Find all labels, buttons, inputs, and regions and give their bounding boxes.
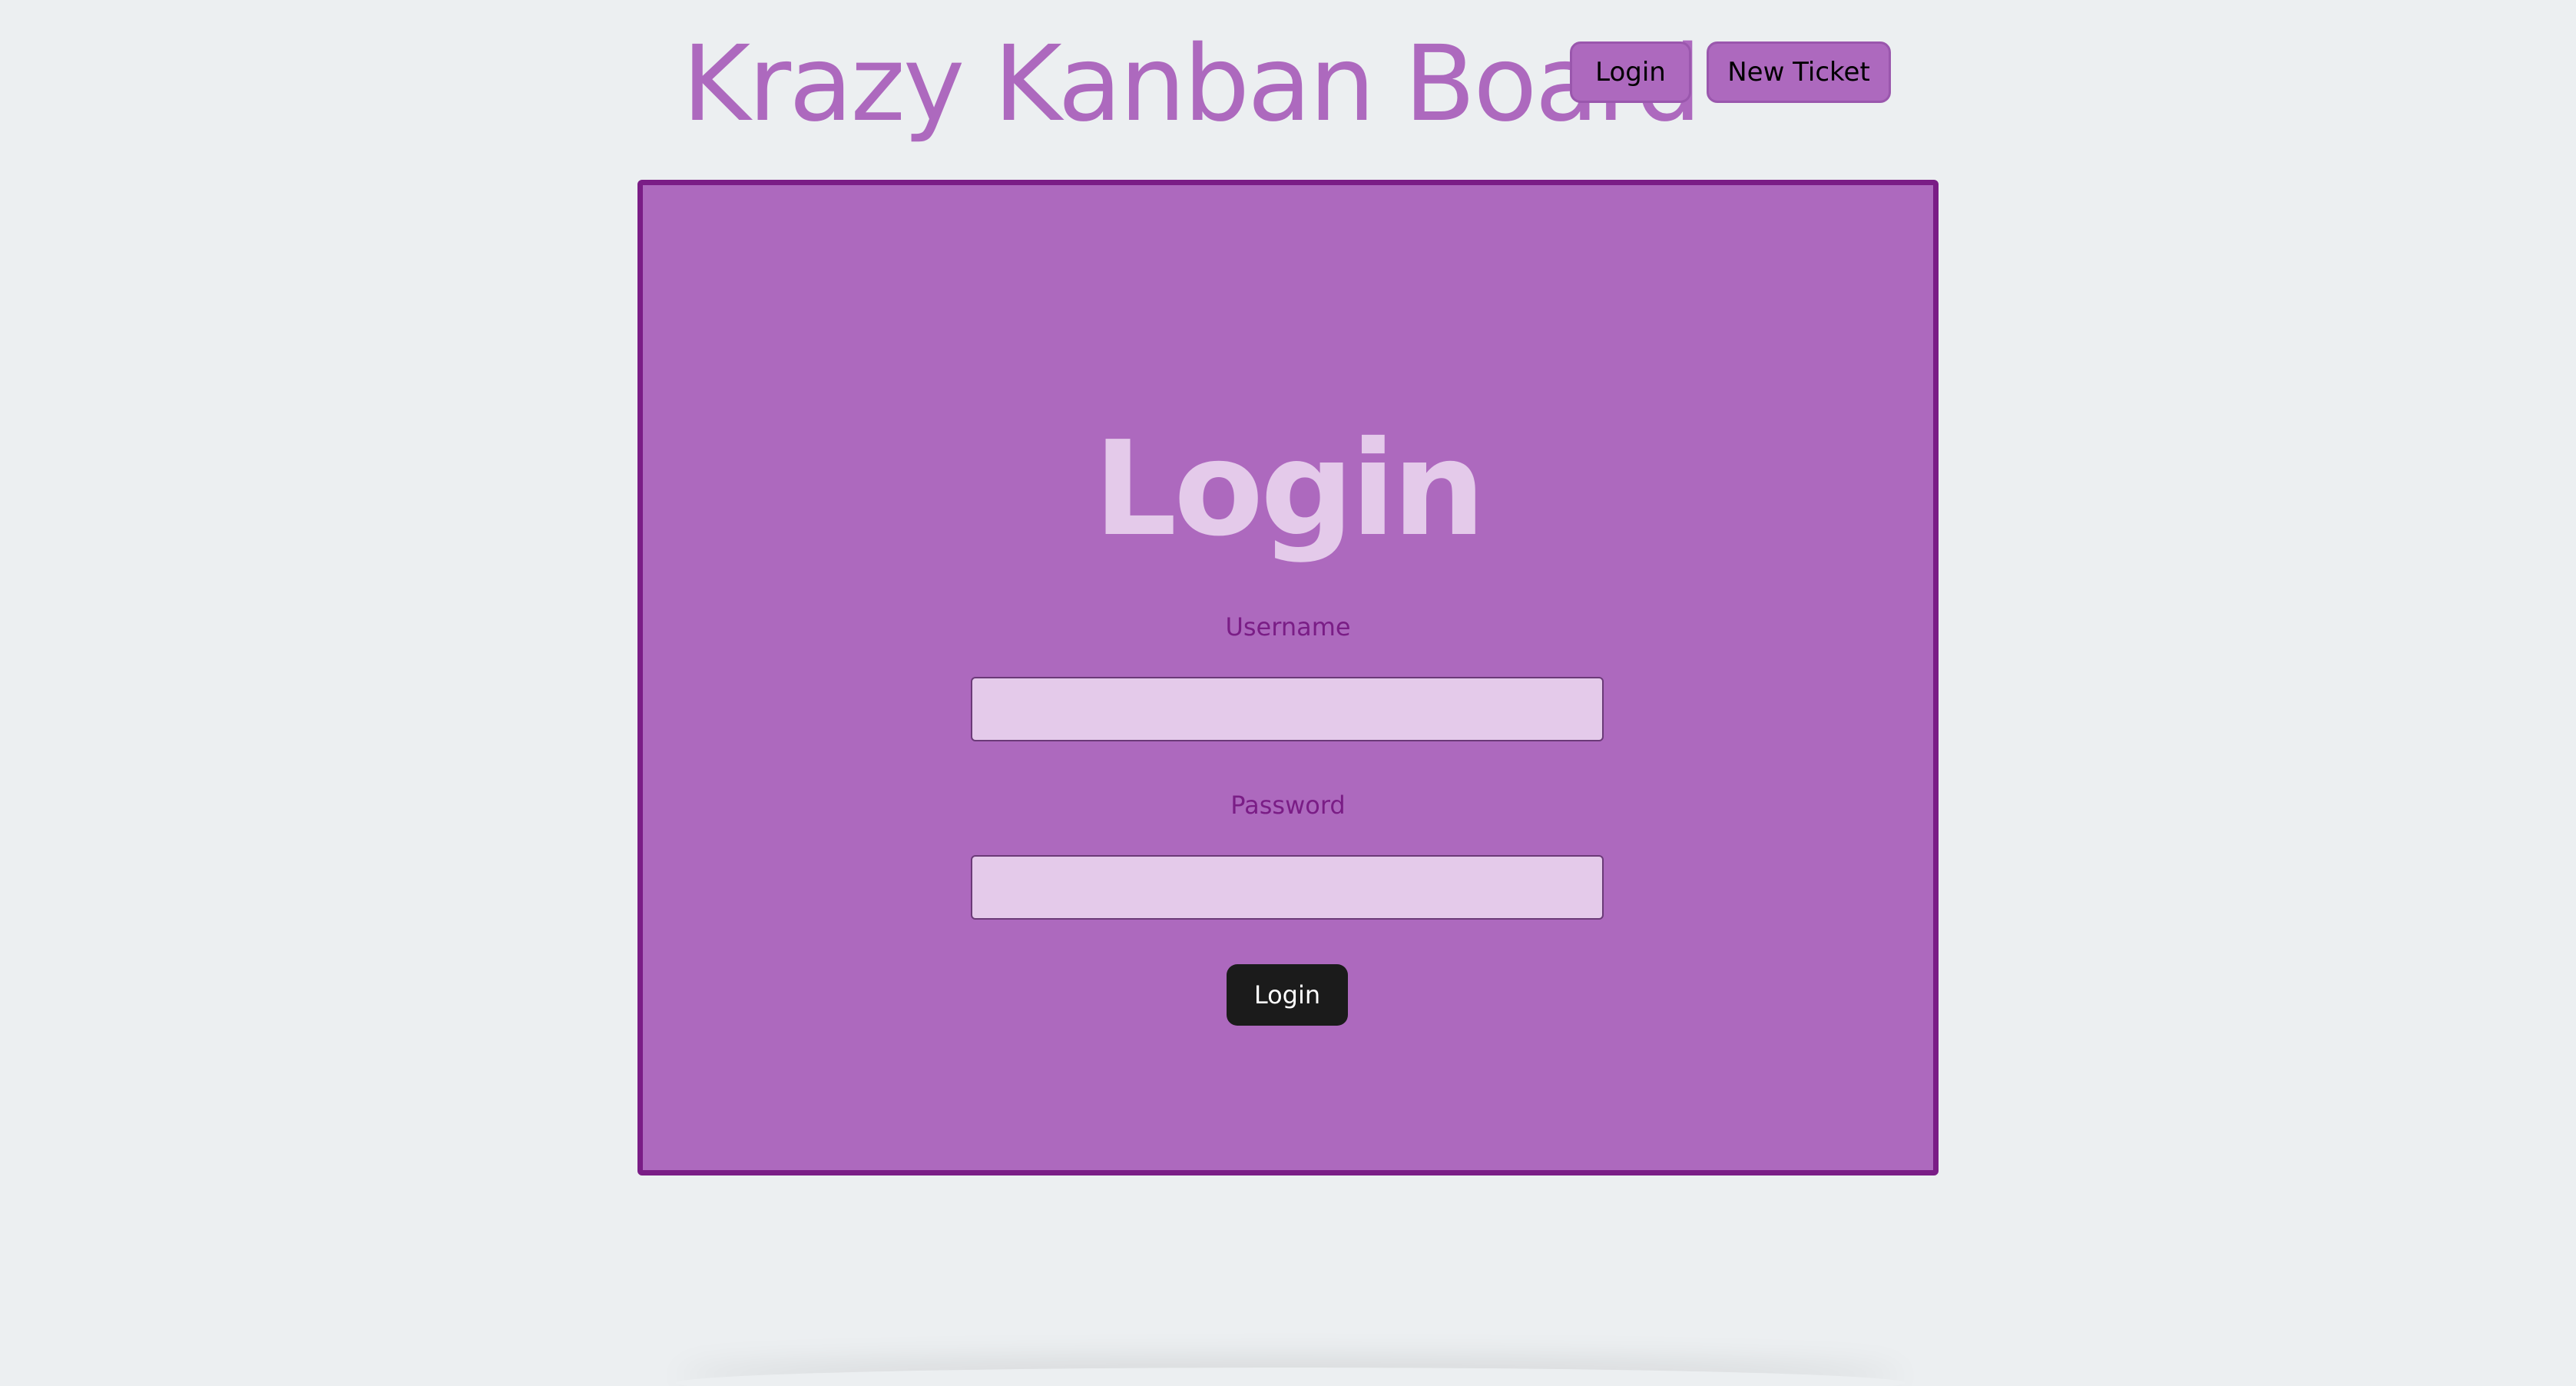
page: Krazy Kanban Board Login New Ticket Logi… xyxy=(0,0,2576,1386)
new-ticket-button[interactable]: New Ticket xyxy=(1707,41,1891,103)
nav-login-button[interactable]: Login xyxy=(1570,41,1691,103)
password-label: Password xyxy=(1230,791,1346,820)
login-submit-button[interactable]: Login xyxy=(1227,964,1348,1026)
app-title: Krazy Kanban Board xyxy=(682,24,1702,145)
username-input[interactable] xyxy=(971,677,1604,741)
login-panel: Login Username Password Login xyxy=(637,180,1939,1175)
password-input[interactable] xyxy=(971,855,1604,920)
bottom-shadow xyxy=(676,1368,1905,1386)
username-label: Username xyxy=(1225,612,1351,642)
login-title: Login xyxy=(1093,413,1485,565)
